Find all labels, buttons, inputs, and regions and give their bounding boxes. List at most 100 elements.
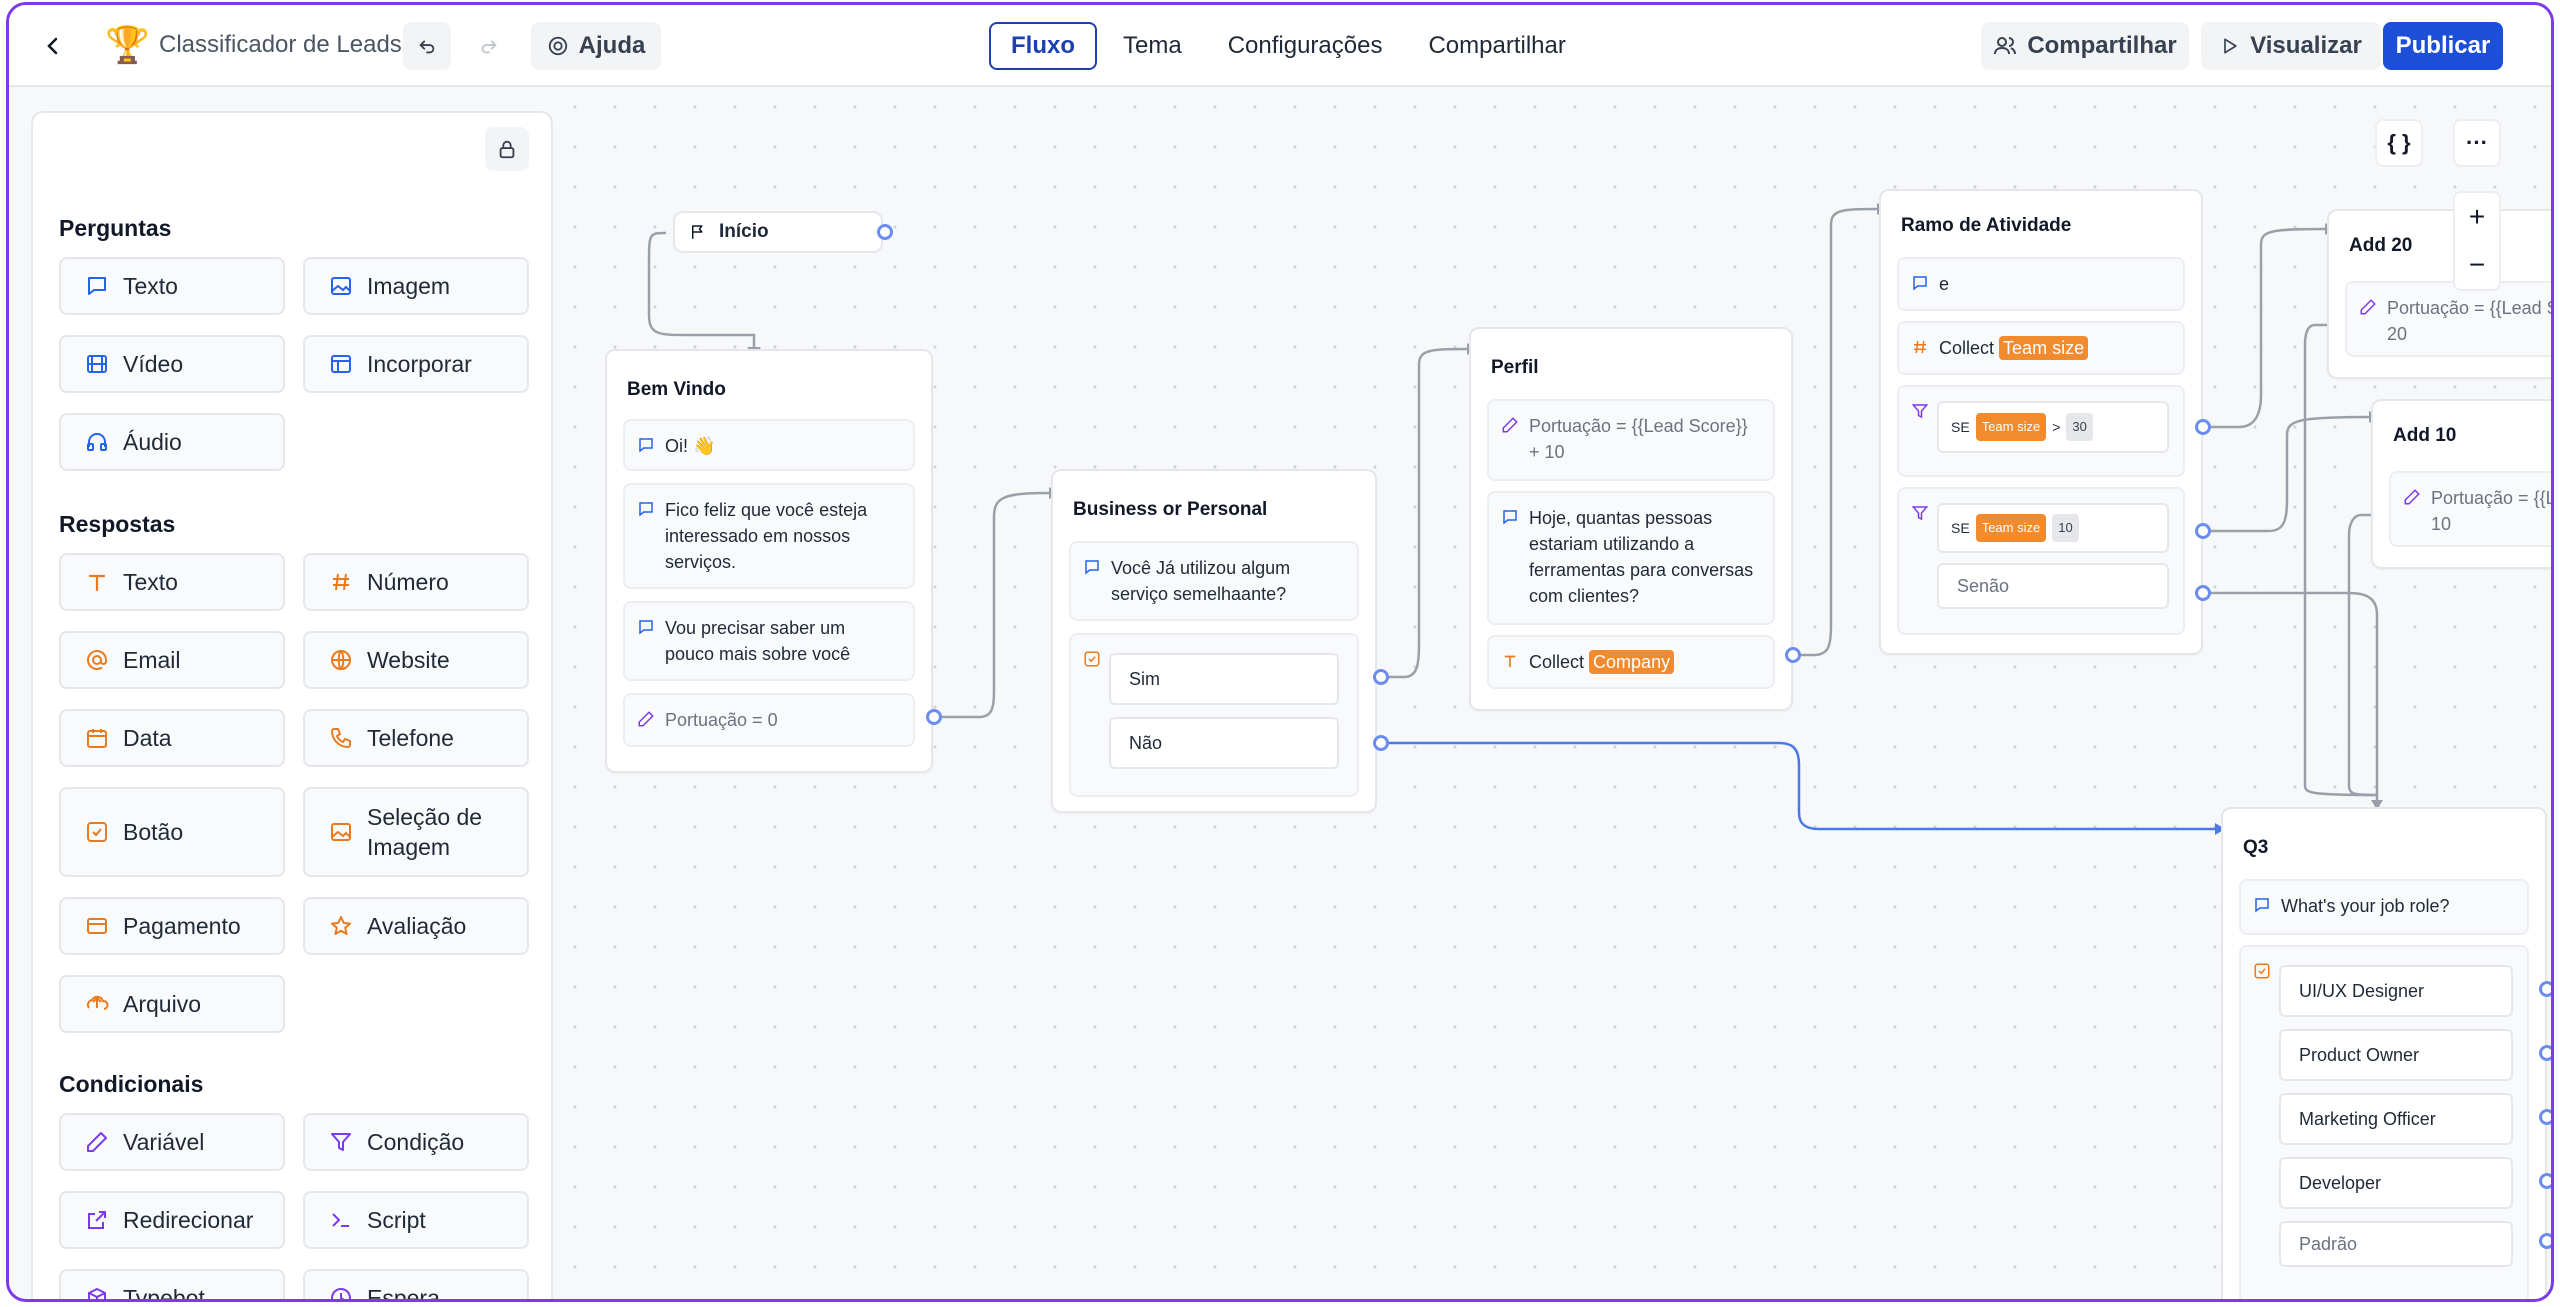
- redo-button[interactable]: [465, 22, 513, 70]
- block-label: Seleção de Imagem: [367, 804, 483, 860]
- variable-tag: Company: [1589, 650, 1675, 674]
- q3-option-port[interactable]: [2539, 1233, 2551, 1249]
- node-add-10[interactable]: Add 10 Portuação = {{Le 10: [2371, 399, 2551, 569]
- perfil-output-port[interactable]: [1785, 647, 1801, 663]
- block-label: Arquivo: [123, 990, 201, 1017]
- bot-title[interactable]: Classificador de Leads: [159, 31, 402, 59]
- text-input-block[interactable]: Collect Company: [1487, 635, 1775, 689]
- set-variable-block[interactable]: Portuação = 0: [623, 693, 915, 747]
- choice-nao[interactable]: Não: [1109, 717, 1339, 769]
- app-window: 🏆 Classificador de Leads Ajuda Fluxo Tem…: [6, 2, 2554, 1302]
- choice-default[interactable]: Padrão: [2279, 1221, 2513, 1267]
- text-bubble[interactable]: e: [1897, 257, 2185, 311]
- sim-output-port[interactable]: [1373, 669, 1389, 685]
- node-business-or-personal[interactable]: Business or Personal Você Já utilizou al…: [1051, 469, 1377, 813]
- checkbox-icon: [2254, 963, 2270, 979]
- block-variavel-logic[interactable]: Variável: [59, 1113, 285, 1171]
- block-redirecionar-logic[interactable]: Redirecionar: [59, 1191, 285, 1249]
- block-label: Pagamento: [123, 912, 241, 939]
- block-texto-bubble[interactable]: Texto: [59, 257, 285, 315]
- block-incorporar-bubble[interactable]: Incorporar: [303, 335, 529, 393]
- se30-output-port[interactable]: [2195, 419, 2211, 435]
- number-input-block[interactable]: Collect Team size: [1897, 321, 2185, 375]
- pencil-icon: [638, 711, 654, 727]
- block-pagamento-input[interactable]: Pagamento: [59, 897, 285, 955]
- text-bubble[interactable]: Hoje, quantas pessoas estariam utilizand…: [1487, 491, 1775, 625]
- node-add-20[interactable]: Add 20 Portuação = {{Lead Sc 20: [2327, 209, 2551, 379]
- tab-tema[interactable]: Tema: [1103, 22, 1202, 70]
- lock-sidebar-button[interactable]: [485, 127, 529, 171]
- block-espera-logic[interactable]: Espera: [303, 1269, 529, 1299]
- pencil-icon: [2360, 299, 2376, 315]
- block-script-logic[interactable]: Script: [303, 1191, 529, 1249]
- node-bem-vindo[interactable]: Bem Vindo Oi! 👋 Fico feliz que você este…: [605, 349, 933, 773]
- q3-option-port[interactable]: [2539, 981, 2551, 997]
- block-imagem-bubble[interactable]: Imagem: [303, 257, 529, 315]
- back-button[interactable]: [29, 22, 77, 70]
- undo-button[interactable]: [403, 22, 451, 70]
- set-variable-block[interactable]: Portuação = {{Le 10: [2389, 471, 2551, 547]
- choice-uiux-designer[interactable]: UI/UX Designer: [2279, 965, 2513, 1017]
- senao-output-port[interactable]: [2195, 585, 2211, 601]
- block-video-bubble[interactable]: Vídeo: [59, 335, 285, 393]
- block-typebot-logic[interactable]: Typebot: [59, 1269, 285, 1299]
- condition-if-30[interactable]: SE Team size > 30: [1937, 401, 2169, 453]
- block-data-input[interactable]: Data: [59, 709, 285, 767]
- code-view-button[interactable]: { }: [2375, 119, 2423, 167]
- block-selecao-imagem-input[interactable]: Seleção de Imagem: [303, 787, 529, 877]
- text-bubble[interactable]: What's your job role?: [2239, 879, 2529, 935]
- main-tabs: Fluxo Tema Configurações Compartilhar: [989, 22, 1586, 70]
- q3-option-port[interactable]: [2539, 1045, 2551, 1061]
- block-telefone-input[interactable]: Telefone: [303, 709, 529, 767]
- block-botao-input[interactable]: Botão: [59, 787, 285, 877]
- chat-bubble-icon: [639, 502, 653, 517]
- zoom-out-button[interactable]: −: [2455, 241, 2499, 289]
- block-audio-bubble[interactable]: Áudio: [59, 413, 285, 471]
- node-ramo-de-atividade[interactable]: Ramo de Atividade e Collect Team size SE…: [1879, 189, 2203, 655]
- bem-vindo-output-port[interactable]: [926, 709, 942, 725]
- start-node[interactable]: Início: [673, 211, 883, 253]
- block-label: Texto: [123, 272, 178, 299]
- text-bubble[interactable]: Oi! 👋: [623, 419, 915, 471]
- preview-button[interactable]: Visualizar: [2201, 22, 2381, 70]
- set-variable-block[interactable]: Portuação = {{Lead Score}} + 10: [1487, 399, 1775, 481]
- nao-output-port[interactable]: [1373, 735, 1389, 751]
- node-perfil[interactable]: Perfil Portuação = {{Lead Score}} + 10 H…: [1469, 327, 1793, 711]
- tab-compartilhar[interactable]: Compartilhar: [1408, 22, 1585, 70]
- q3-option-port[interactable]: [2539, 1109, 2551, 1125]
- choice-marketing-officer[interactable]: Marketing Officer: [2279, 1093, 2513, 1145]
- text-bubble[interactable]: Vou precisar saber um pouco mais sobre v…: [623, 601, 915, 681]
- help-button[interactable]: Ajuda: [531, 22, 661, 70]
- block-email-input[interactable]: Email: [59, 631, 285, 689]
- start-output-port[interactable]: [877, 224, 893, 240]
- tab-configuracoes[interactable]: Configurações: [1208, 22, 1403, 70]
- share-button[interactable]: Compartilhar: [1981, 22, 2189, 70]
- block-arquivo-input[interactable]: Arquivo: [59, 975, 285, 1033]
- block-texto-input[interactable]: Texto: [59, 553, 285, 611]
- tab-fluxo[interactable]: Fluxo: [989, 22, 1097, 70]
- choice-sim[interactable]: Sim: [1109, 653, 1339, 705]
- block-numero-input[interactable]: Número: [303, 553, 529, 611]
- external-link-icon: [88, 1211, 106, 1229]
- set-variable-block[interactable]: Portuação = {{Lead Sc 20: [2345, 281, 2551, 357]
- choice-developer[interactable]: Developer: [2279, 1157, 2513, 1209]
- flag-icon: [692, 225, 703, 239]
- zoom-in-button[interactable]: +: [2455, 193, 2499, 241]
- condition-if-10[interactable]: SE Team size 10: [1937, 503, 2169, 553]
- node-q3[interactable]: Q3 What's your job role? UI/UX Designer …: [2221, 807, 2547, 1299]
- se10-output-port[interactable]: [2195, 523, 2211, 539]
- zoom-controls: + −: [2453, 191, 2501, 291]
- condition-else[interactable]: Senão: [1937, 563, 2169, 609]
- pencil-icon: [87, 1132, 107, 1152]
- text-bubble[interactable]: Fico feliz que você esteja interessado e…: [623, 483, 915, 589]
- variable-text-cont: 20: [2387, 324, 2408, 344]
- text-bubble[interactable]: Você Já utilizou algum serviço semelhaan…: [1069, 541, 1359, 621]
- block-website-input[interactable]: Website: [303, 631, 529, 689]
- choice-product-owner[interactable]: Product Owner: [2279, 1029, 2513, 1081]
- q3-option-port[interactable]: [2539, 1173, 2551, 1189]
- more-options-button[interactable]: ···: [2453, 119, 2501, 167]
- block-avaliacao-input[interactable]: Avaliação: [303, 897, 529, 955]
- publish-button[interactable]: Publicar: [2383, 22, 2503, 70]
- block-condicao-logic[interactable]: Condição: [303, 1113, 529, 1171]
- block-label: Texto: [123, 568, 178, 595]
